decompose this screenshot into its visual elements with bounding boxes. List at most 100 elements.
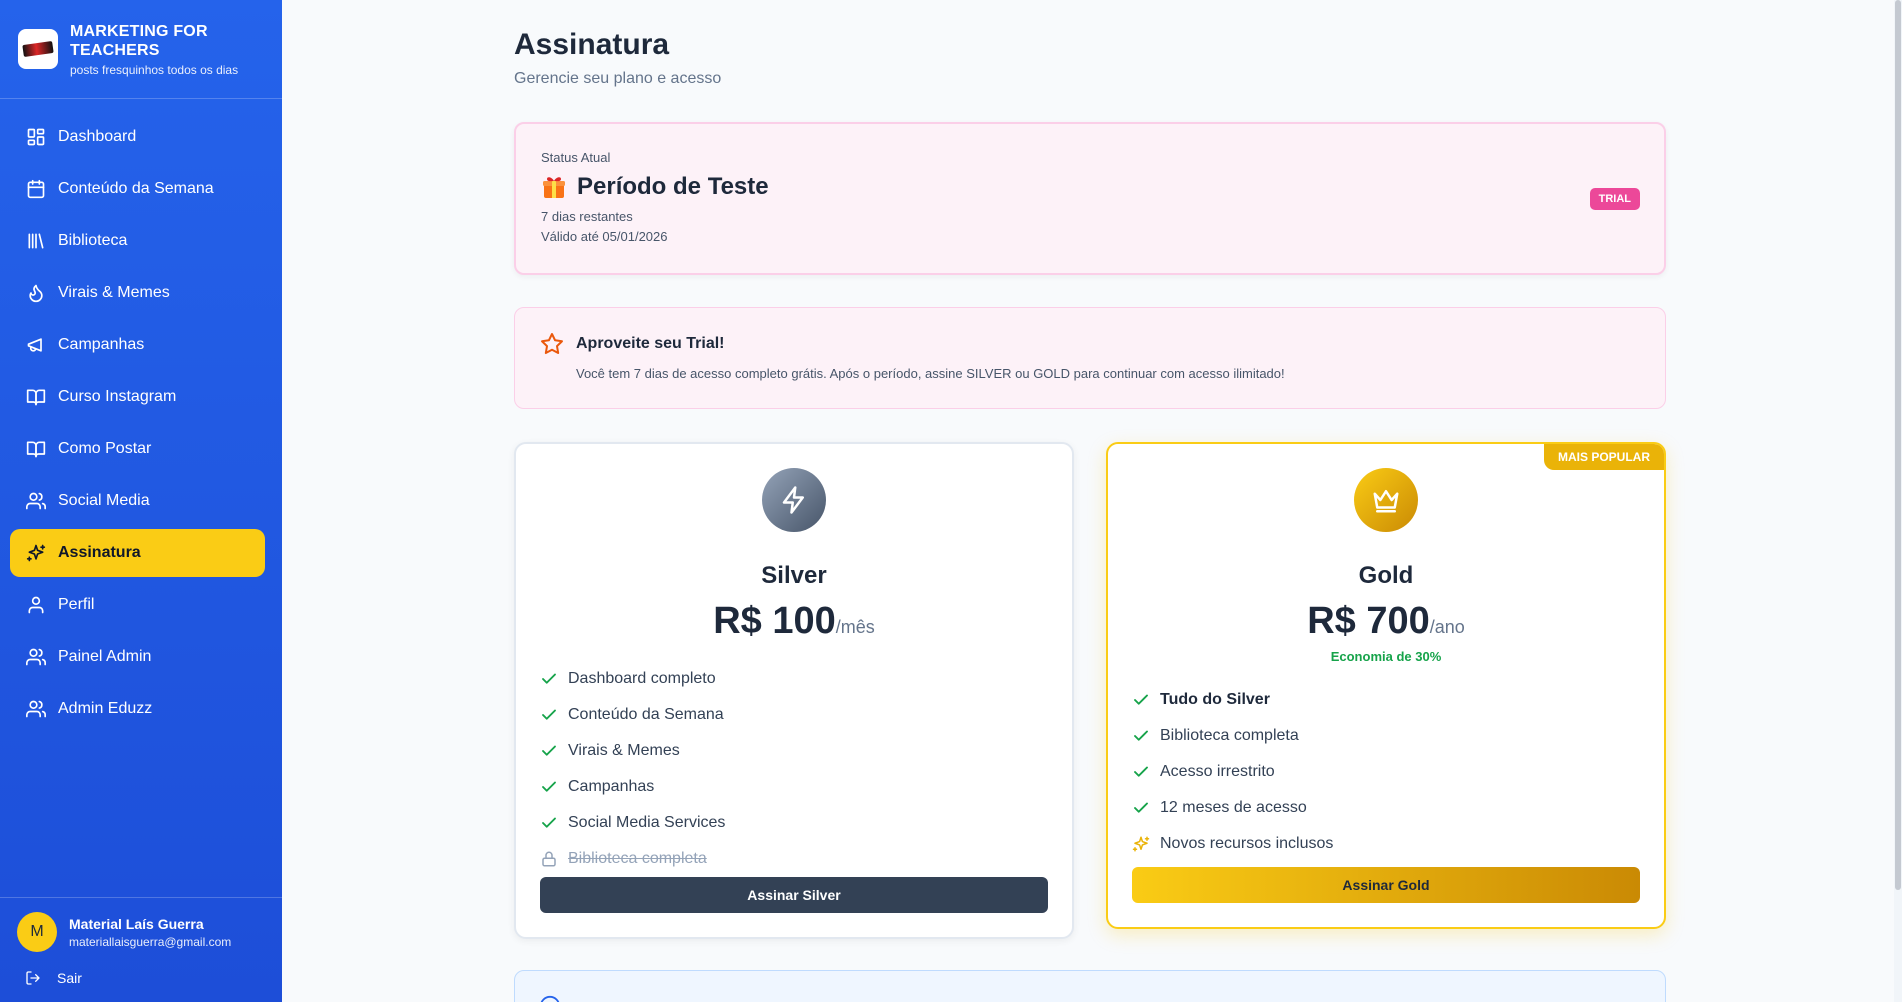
sparkles-icon	[26, 544, 46, 562]
sidebar-item-conteudo-semana[interactable]: Conteúdo da Semana	[10, 165, 265, 213]
book-icon	[26, 441, 46, 458]
user-email: materiallaisguerra@gmail.com	[69, 934, 232, 949]
scrollbar-thumb[interactable]	[1895, 0, 1901, 890]
plan-name: Gold	[1358, 562, 1414, 589]
status-valid-until: Válido até 05/01/2026	[541, 229, 668, 244]
sidebar-item-assinatura[interactable]: Assinatura	[10, 529, 265, 577]
users-icon	[26, 700, 46, 718]
price-period: /ano	[1429, 617, 1465, 637]
sidebar-item-virais-memes[interactable]: Virais & Memes	[10, 269, 265, 317]
crown-icon	[1373, 490, 1399, 513]
plan-card-gold: MAIS POPULAR Gold R$ 700/ano Economia de…	[1106, 442, 1666, 929]
plan-price: R$ 700/ano	[1108, 600, 1664, 643]
price-amount: R$ 700	[1307, 600, 1430, 642]
megaphone-icon	[27, 338, 42, 352]
plan-card-silver: Silver R$ 100/mês Dashboard completo Con…	[514, 442, 1074, 939]
plan-icon	[1354, 468, 1418, 532]
sparkles-icon	[1132, 836, 1150, 852]
feature-item: Virais & Memes	[540, 733, 1048, 769]
lock-icon	[542, 851, 556, 867]
sidebar-item-label: Dashboard	[58, 128, 137, 145]
sidebar-item-biblioteca[interactable]: Biblioteca	[10, 217, 265, 265]
check-icon	[542, 709, 556, 720]
sidebar-item-como-postar[interactable]: Como Postar	[10, 425, 265, 473]
user-icon	[28, 596, 44, 614]
feature-item: 12 meses de acesso	[1132, 790, 1640, 826]
user-name: Material Laís Guerra	[69, 915, 204, 932]
check-icon	[1134, 694, 1148, 705]
plan-price: R$ 100/mês	[516, 600, 1072, 643]
feature-item: Tudo do Silver	[1132, 682, 1640, 718]
popular-badge: MAIS POPULAR	[1543, 444, 1664, 470]
feature-item: Dashboard completo	[540, 661, 1048, 697]
plan-name: Silver	[761, 562, 827, 589]
check-icon	[1134, 802, 1148, 813]
logout-icon	[26, 971, 40, 985]
feature-item: Campanhas	[540, 769, 1048, 805]
status-label: Status Atual	[541, 150, 611, 165]
trial-info-text: Você tem 7 dias de acesso completo gráti…	[576, 366, 1285, 381]
plan-icon	[762, 468, 826, 532]
sidebar-item-campanhas[interactable]: Campanhas	[10, 321, 265, 369]
gift-icon	[543, 177, 565, 198]
sidebar: MARKETING FOR TEACHERS posts fresquinhos…	[0, 0, 282, 1002]
avatar: M	[17, 912, 57, 952]
feature-item: Acesso irrestrito	[1132, 754, 1640, 790]
sidebar-item-label: Assinatura	[58, 544, 141, 561]
logout-button[interactable]: Sair	[25, 970, 265, 986]
sidebar-nav: Dashboard Conteúdo da Semana Biblioteca …	[0, 99, 282, 733]
trial-badge: TRIAL	[1589, 188, 1640, 210]
sidebar-item-perfil[interactable]: Perfil	[10, 581, 265, 629]
sidebar-item-admin-eduzz[interactable]: Admin Eduzz	[10, 685, 265, 733]
brand-logo	[18, 29, 58, 69]
calendar-icon	[27, 179, 45, 199]
economy-label: Economia de 30%	[1330, 649, 1442, 664]
sidebar-item-label: Perfil	[58, 596, 95, 613]
flame-icon	[29, 284, 43, 303]
status-title: Período de Teste	[541, 173, 1639, 201]
star-icon	[541, 333, 563, 355]
sidebar-item-label: Painel Admin	[58, 648, 152, 665]
sidebar-footer: M Material Laís Guerra materiallaisguerr…	[0, 897, 282, 1002]
feature-item: Novos recursos inclusos	[1132, 826, 1640, 862]
info-card-bottom	[514, 970, 1666, 1002]
sidebar-item-curso-instagram[interactable]: Curso Instagram	[10, 373, 265, 421]
sidebar-item-label: Curso Instagram	[58, 388, 177, 405]
feature-item: Conteúdo da Semana	[540, 697, 1048, 733]
dashboard-icon	[27, 128, 45, 146]
info-icon	[540, 995, 560, 1002]
brand[interactable]: MARKETING FOR TEACHERS posts fresquinhos…	[0, 0, 282, 99]
price-period: /mês	[835, 617, 875, 637]
page-scrollbar[interactable]	[1894, 0, 1902, 1002]
feature-list: Dashboard completo Conteúdo da Semana Vi…	[516, 661, 1072, 877]
status-title-text: Período de Teste	[577, 173, 769, 200]
sidebar-item-label: Como Postar	[58, 440, 152, 457]
check-icon	[542, 745, 556, 756]
price-amount: R$ 100	[713, 600, 836, 642]
page-title: Assinatura	[514, 28, 670, 61]
user-info[interactable]: M Material Laís Guerra materiallaisguerr…	[17, 912, 265, 952]
library-icon	[28, 233, 44, 249]
brand-title: MARKETING FOR TEACHERS	[70, 22, 208, 59]
users-icon	[26, 648, 46, 666]
sidebar-item-label: Social Media	[58, 492, 150, 509]
sidebar-item-label: Biblioteca	[58, 232, 128, 249]
subscribe-gold-button[interactable]: Assinar Gold	[1132, 867, 1640, 903]
feature-list: Tudo do Silver Biblioteca completa Acess…	[1108, 682, 1664, 862]
check-icon	[542, 673, 556, 684]
brand-subtitle: posts fresquinhos todos os dias	[70, 62, 239, 77]
status-days-left: 7 dias restantes	[541, 209, 633, 224]
sidebar-item-label: Conteúdo da Semana	[58, 180, 214, 197]
sidebar-item-painel-admin[interactable]: Painel Admin	[10, 633, 265, 681]
sidebar-item-social-media[interactable]: Social Media	[10, 477, 265, 525]
trial-info-title: Aproveite seu Trial!	[576, 335, 725, 352]
trial-info-card: Aproveite seu Trial! Você tem 7 dias de …	[514, 307, 1666, 409]
sidebar-item-label: Virais & Memes	[58, 284, 170, 301]
lightning-icon	[782, 486, 804, 514]
book-icon	[26, 389, 46, 406]
sidebar-item-dashboard[interactable]: Dashboard	[10, 113, 265, 161]
status-card: Status Atual Período de Teste 7 dias res…	[514, 122, 1666, 275]
subscribe-silver-button[interactable]: Assinar Silver	[540, 877, 1048, 913]
page-subtitle: Gerencie seu plano e acesso	[514, 70, 722, 87]
check-icon	[1134, 766, 1148, 777]
